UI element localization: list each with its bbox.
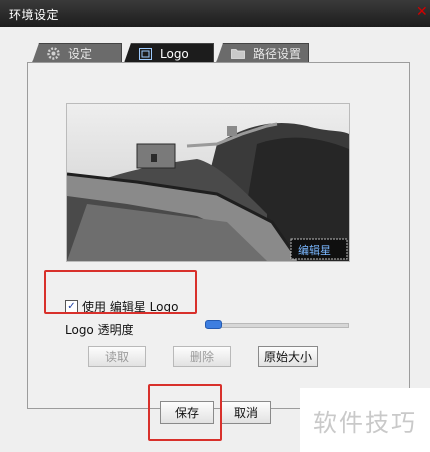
save-highlight-box	[148, 384, 222, 441]
transparency-slider-track[interactable]	[205, 323, 349, 328]
transparency-label: Logo 透明度	[65, 323, 134, 337]
preview-logo-badge: 编辑星	[298, 243, 331, 257]
folder-icon	[231, 48, 245, 59]
image-icon	[139, 47, 152, 60]
window-title: 环境设定	[9, 8, 60, 22]
tab-settings[interactable]: 设定	[32, 43, 122, 63]
original-size-button[interactable]: 原始大小	[258, 346, 318, 367]
tab-path-settings[interactable]: 路径设置	[216, 43, 309, 63]
delete-button[interactable]: 删除	[173, 346, 231, 367]
cancel-button[interactable]: 取消	[221, 401, 271, 424]
tab-path-settings-label: 路径设置	[253, 47, 302, 61]
transparency-slider-thumb[interactable]	[205, 320, 222, 329]
checkbox-highlight-box	[44, 270, 197, 314]
close-icon[interactable]: ✕	[416, 4, 428, 20]
logo-preview-image: 编辑星	[66, 103, 350, 262]
tab-logo[interactable]: Logo	[124, 43, 214, 63]
watermark-text: 软件技巧	[300, 388, 430, 452]
read-button[interactable]: 读取	[88, 346, 146, 367]
tab-logo-label: Logo	[160, 46, 189, 61]
title-bar: 环境设定 ✕	[0, 0, 430, 27]
tab-settings-label: 设定	[68, 47, 93, 61]
gear-icon	[47, 47, 60, 60]
